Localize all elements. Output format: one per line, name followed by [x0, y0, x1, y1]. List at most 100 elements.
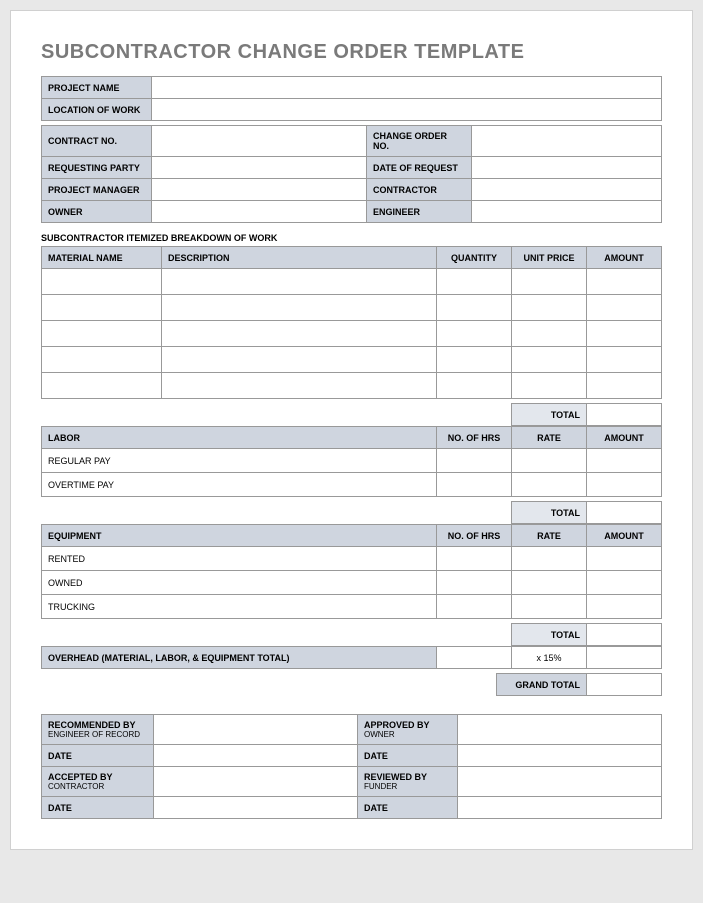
- recommended-label: RECOMMENDED BY ENGINEER OF RECORD: [42, 715, 154, 745]
- material-row: [42, 347, 662, 373]
- equipment-row: TRUCKING: [42, 595, 662, 619]
- equipment-total-value[interactable]: [587, 624, 662, 646]
- engineer-value[interactable]: [472, 201, 662, 223]
- labor-hrs-cell[interactable]: [437, 449, 512, 473]
- equipment-amount-cell[interactable]: [587, 547, 662, 571]
- engineer-label: ENGINEER: [367, 201, 472, 223]
- material-name-cell[interactable]: [42, 295, 162, 321]
- equipment-amount-header: AMOUNT: [587, 525, 662, 547]
- quantity-header: QUANTITY: [437, 247, 512, 269]
- materials-total-value[interactable]: [587, 404, 662, 426]
- overhead-amount[interactable]: [587, 647, 662, 669]
- equipment-hrs-cell[interactable]: [437, 547, 512, 571]
- labor-amount-cell[interactable]: [587, 473, 662, 497]
- equipment-hrs-cell[interactable]: [437, 571, 512, 595]
- material-unit-cell[interactable]: [512, 347, 587, 373]
- material-name-header: MATERIAL NAME: [42, 247, 162, 269]
- material-qty-cell[interactable]: [437, 295, 512, 321]
- labor-rate-cell[interactable]: [512, 473, 587, 497]
- material-unit-cell[interactable]: [512, 373, 587, 399]
- accepted-value[interactable]: [154, 767, 358, 797]
- labor-total-label: TOTAL: [512, 502, 587, 524]
- project-manager-value[interactable]: [152, 179, 367, 201]
- materials-total-table: TOTAL: [41, 403, 662, 426]
- labor-row: REGULAR PAY: [42, 449, 662, 473]
- equipment-name-cell: OWNED: [42, 571, 437, 595]
- labor-row: OVERTIME PAY: [42, 473, 662, 497]
- material-name-cell[interactable]: [42, 269, 162, 295]
- overhead-table: OVERHEAD (MATERIAL, LABOR, & EQUIPMENT T…: [41, 646, 662, 669]
- owner-value[interactable]: [152, 201, 367, 223]
- equipment-rate-header: RATE: [512, 525, 587, 547]
- equipment-rate-cell[interactable]: [512, 595, 587, 619]
- materials-total-label: TOTAL: [512, 404, 587, 426]
- material-amount-cell[interactable]: [587, 269, 662, 295]
- date-label: DATE: [42, 797, 154, 819]
- date-label: DATE: [358, 745, 458, 767]
- material-desc-cell[interactable]: [162, 321, 437, 347]
- material-unit-cell[interactable]: [512, 269, 587, 295]
- labor-hrs-cell[interactable]: [437, 473, 512, 497]
- location-label: LOCATION OF WORK: [42, 99, 152, 121]
- material-name-cell[interactable]: [42, 321, 162, 347]
- material-amount-cell[interactable]: [587, 321, 662, 347]
- labor-name-cell: OVERTIME PAY: [42, 473, 437, 497]
- material-unit-cell[interactable]: [512, 321, 587, 347]
- material-qty-cell[interactable]: [437, 321, 512, 347]
- material-name-cell[interactable]: [42, 373, 162, 399]
- equipment-rate-cell[interactable]: [512, 547, 587, 571]
- equipment-rate-cell[interactable]: [512, 571, 587, 595]
- owner-label: OWNER: [42, 201, 152, 223]
- change-order-no-label: CHANGE ORDER NO.: [367, 126, 472, 157]
- labor-amount-cell[interactable]: [587, 449, 662, 473]
- location-value[interactable]: [152, 99, 662, 121]
- date-value[interactable]: [154, 797, 358, 819]
- equipment-amount-cell[interactable]: [587, 595, 662, 619]
- date-request-value[interactable]: [472, 157, 662, 179]
- contract-no-value[interactable]: [152, 126, 367, 157]
- labor-total-value[interactable]: [587, 502, 662, 524]
- equipment-hrs-header: NO. OF HRS: [437, 525, 512, 547]
- equipment-total-label: TOTAL: [512, 624, 587, 646]
- material-desc-cell[interactable]: [162, 347, 437, 373]
- contractor-value[interactable]: [472, 179, 662, 201]
- material-amount-cell[interactable]: [587, 295, 662, 321]
- labor-table: LABOR NO. OF HRS RATE AMOUNT REGULAR PAY…: [41, 426, 662, 497]
- material-row: [42, 373, 662, 399]
- change-order-no-value[interactable]: [472, 126, 662, 157]
- labor-rate-cell[interactable]: [512, 449, 587, 473]
- material-qty-cell[interactable]: [437, 269, 512, 295]
- material-qty-cell[interactable]: [437, 373, 512, 399]
- requesting-party-value[interactable]: [152, 157, 367, 179]
- equipment-amount-cell[interactable]: [587, 571, 662, 595]
- labor-total-table: TOTAL: [41, 501, 662, 524]
- material-amount-cell[interactable]: [587, 347, 662, 373]
- page-title: SUBCONTRACTOR CHANGE ORDER TEMPLATE: [41, 41, 662, 64]
- material-name-cell[interactable]: [42, 347, 162, 373]
- material-desc-cell[interactable]: [162, 373, 437, 399]
- material-amount-cell[interactable]: [587, 373, 662, 399]
- overhead-blank[interactable]: [437, 647, 512, 669]
- approved-value[interactable]: [458, 715, 662, 745]
- material-unit-cell[interactable]: [512, 295, 587, 321]
- date-value[interactable]: [458, 745, 662, 767]
- equipment-name-cell: RENTED: [42, 547, 437, 571]
- reviewed-label: REVIEWED BY FUNDER: [358, 767, 458, 797]
- recommended-value[interactable]: [154, 715, 358, 745]
- equipment-row: OWNED: [42, 571, 662, 595]
- material-qty-cell[interactable]: [437, 347, 512, 373]
- reviewed-value[interactable]: [458, 767, 662, 797]
- approved-label: APPROVED BY OWNER: [358, 715, 458, 745]
- unit-price-header: UNIT PRICE: [512, 247, 587, 269]
- material-desc-cell[interactable]: [162, 269, 437, 295]
- grand-total-value[interactable]: [587, 674, 662, 696]
- breakdown-heading: SUBCONTRACTOR ITEMIZED BREAKDOWN OF WORK: [41, 233, 662, 243]
- material-row: [42, 269, 662, 295]
- equipment-hrs-cell[interactable]: [437, 595, 512, 619]
- date-value[interactable]: [154, 745, 358, 767]
- project-name-value[interactable]: [152, 77, 662, 99]
- equipment-table: EQUIPMENT NO. OF HRS RATE AMOUNT RENTED …: [41, 524, 662, 619]
- date-value[interactable]: [458, 797, 662, 819]
- material-desc-cell[interactable]: [162, 295, 437, 321]
- project-details-table: CONTRACT NO. CHANGE ORDER NO. REQUESTING…: [41, 125, 662, 223]
